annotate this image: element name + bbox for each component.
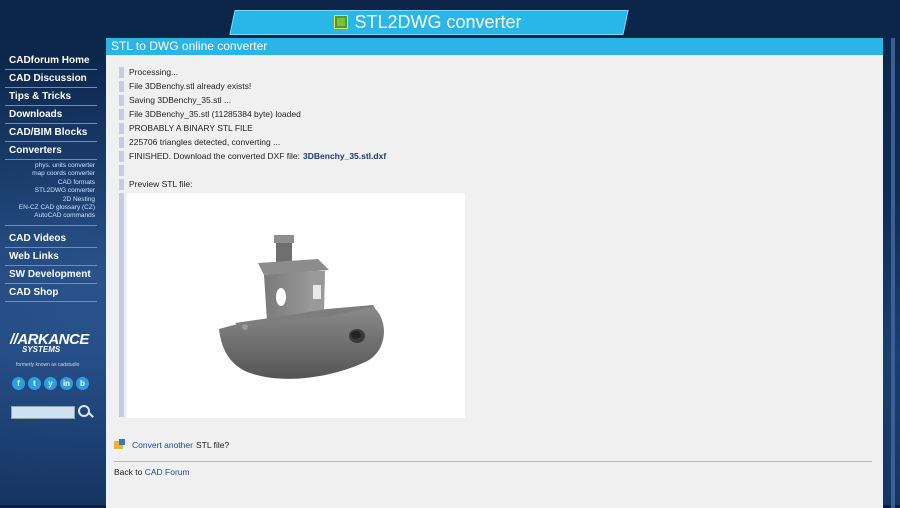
log-line-finished: FINISHED. Download the converted DXF fil…: [119, 149, 386, 163]
log-line-preview: Preview STL file:: [119, 177, 386, 191]
log-text: File 3DBenchy.stl already exists!: [129, 81, 252, 91]
conversion-log: Processing... File 3DBenchy.stl already …: [119, 65, 386, 191]
log-line: PROBABLY A BINARY STL FILE: [119, 121, 386, 135]
header-title-bar: STL2DWG converter: [232, 10, 624, 34]
facebook-icon[interactable]: f: [12, 377, 25, 390]
search-input[interactable]: [11, 405, 75, 419]
log-text: Processing...: [129, 67, 179, 77]
sidebar-item-weblinks[interactable]: Web Links: [5, 248, 97, 266]
sidebar-item-tips[interactable]: Tips & Tricks: [5, 88, 97, 106]
convert-another-link[interactable]: Convert another: [132, 440, 193, 450]
log-text: File 3DBenchy_35.stl (11285384 byte) loa…: [129, 109, 301, 119]
preview-label: Preview STL file:: [129, 179, 193, 189]
sidebar-item-downloads[interactable]: Downloads: [5, 106, 97, 124]
social-links: f t y in b: [12, 377, 89, 390]
log-line: Processing...: [119, 65, 386, 79]
back-line: Back to CAD Forum: [114, 467, 190, 477]
sidebar-item-home[interactable]: CADforum Home: [5, 52, 97, 70]
submenu-item-map-coords[interactable]: map coords converter: [5, 170, 97, 178]
preview-side-bar: [119, 193, 124, 417]
download-dxf-link[interactable]: 3DBenchy_35.stl.dxf: [303, 151, 386, 161]
sidebar-item-videos[interactable]: CAD Videos: [5, 230, 97, 248]
log-text: Saving 3DBenchy_35.stl ...: [129, 95, 232, 105]
search-icon[interactable]: [77, 404, 93, 420]
log-text: 225706 triangles detected, converting ..…: [129, 137, 281, 147]
blog-icon[interactable]: b: [76, 377, 89, 390]
converters-submenu: phys. units converter map coords convert…: [5, 160, 97, 226]
submenu-item-units[interactable]: phys. units converter: [5, 162, 97, 170]
convert-rest-text: STL file?: [195, 439, 230, 450]
convert-another-line: Convert another STL file?: [114, 439, 229, 450]
arkance-logo[interactable]: //ARKANCE SYSTEMS formerly known as cads…: [10, 332, 94, 368]
cad-forum-link[interactable]: CAD Forum: [145, 467, 190, 477]
panel-title: STL to DWG online converter: [106, 38, 883, 55]
divider: [114, 461, 872, 462]
back-text: Back to: [114, 467, 143, 477]
linkedin-icon[interactable]: in: [60, 377, 73, 390]
sidebar-search: [11, 404, 93, 420]
stl-preview[interactable]: [127, 193, 465, 418]
log-line: File 3DBenchy.stl already exists!: [119, 79, 386, 93]
sidebar-item-discussion[interactable]: CAD Discussion: [5, 70, 97, 88]
scrollbar[interactable]: [891, 38, 895, 508]
sidebar-nav: CADforum Home CAD Discussion Tips & Tric…: [0, 52, 104, 302]
submenu-item-nesting[interactable]: 2D Nesting: [5, 196, 97, 204]
youtube-icon[interactable]: y: [44, 377, 57, 390]
sidebar-item-converters[interactable]: Converters: [5, 142, 97, 160]
page-title: STL2DWG converter: [354, 11, 522, 32]
log-line: 225706 triangles detected, converting ..…: [119, 135, 386, 149]
finished-text: FINISHED. Download the converted DXF fil…: [129, 151, 301, 161]
submenu-item-glossary[interactable]: EN-CZ CAD glossary (CZ): [5, 204, 97, 212]
formerly-known-text: formerly known as cadstudio: [16, 362, 80, 368]
log-line: Saving 3DBenchy_35.stl ...: [119, 93, 386, 107]
sidebar-item-blocks[interactable]: CAD/BIM Blocks: [5, 124, 97, 142]
log-line-empty: [119, 163, 386, 177]
log-line: File 3DBenchy_35.stl (11285384 byte) loa…: [119, 107, 386, 121]
submenu-item-stl2dwg[interactable]: STL2DWG converter: [5, 187, 97, 195]
submenu-item-cad-formats[interactable]: CAD formats: [5, 179, 97, 187]
stl-file-icon: [334, 15, 349, 29]
log-text: PROBABLY A BINARY STL FILE: [129, 123, 253, 133]
sidebar-item-sw-dev[interactable]: SW Development: [5, 266, 97, 284]
benchy-model-image: [219, 235, 384, 379]
sidebar-item-shop[interactable]: CAD Shop: [5, 284, 97, 302]
main-panel: STL to DWG online converter Processing..…: [106, 38, 883, 508]
twitter-icon[interactable]: t: [28, 377, 41, 390]
convert-icon: [114, 439, 128, 450]
submenu-item-autocad-commands[interactable]: AutoCAD commands: [5, 212, 97, 220]
